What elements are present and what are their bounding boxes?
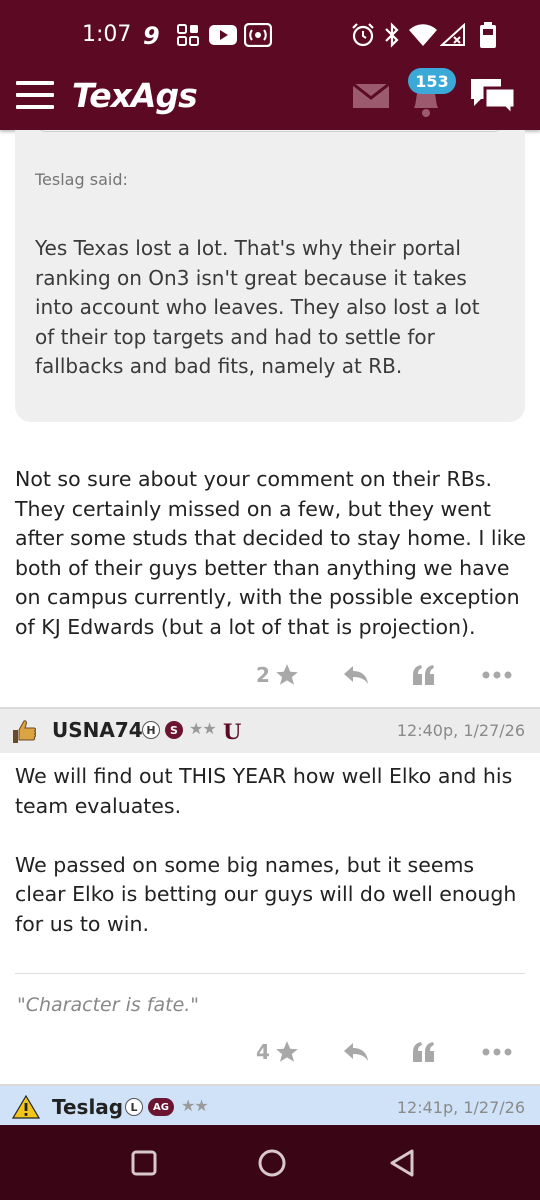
youtube-icon	[208, 20, 238, 50]
chat-icon[interactable]	[467, 75, 519, 121]
podcast-icon	[244, 20, 272, 50]
star-button[interactable]: 4	[256, 1032, 300, 1072]
signature-divider	[15, 973, 525, 974]
quote-button[interactable]	[411, 655, 437, 695]
quote-icon	[413, 665, 434, 685]
badge-h: H	[142, 721, 160, 739]
battery-icon	[478, 20, 498, 50]
thumbs-up-icon	[13, 720, 36, 743]
bluetooth-icon	[383, 20, 401, 50]
star-count: 2	[256, 663, 270, 687]
nine-icon: 9	[142, 20, 164, 50]
alarm-icon	[350, 20, 376, 50]
system-nav-bar	[0, 1125, 540, 1200]
badge-s: S	[165, 721, 183, 739]
svg-text:U: U	[223, 720, 241, 742]
star-icon	[276, 664, 298, 685]
nested-quote	[36, 130, 504, 132]
back-icon[interactable]	[388, 1148, 416, 1178]
quote-button[interactable]	[411, 1032, 437, 1072]
app-bar: TexAgs 153	[0, 68, 540, 130]
svg-text:9: 9	[143, 22, 160, 48]
quote-attribution: Teslag said:	[35, 170, 128, 189]
username[interactable]: USNA74	[52, 718, 143, 742]
thread-content: Teslag said: Yes Texas lost a lot. That'…	[0, 130, 540, 1125]
more-icon	[482, 1048, 512, 1056]
post-actions: 4	[0, 1032, 540, 1072]
reply-button[interactable]	[342, 655, 370, 695]
reply-post-text: Not so sure about your comment on their …	[15, 467, 527, 639]
signal-icon	[440, 20, 466, 50]
post-signature: "Character is fate."	[17, 994, 200, 1016]
grid-icon	[176, 20, 200, 50]
quoted-post: Teslag said: Yes Texas lost a lot. That'…	[15, 130, 525, 422]
status-bar: 1:07 9	[0, 0, 540, 70]
post-header: Teslag L AG ★★ 12:41p, 1/27/26	[0, 1086, 540, 1125]
post-text: We will find out THIS YEAR how well Elko…	[15, 764, 517, 936]
warning-icon	[12, 1094, 40, 1119]
menu-icon[interactable]	[16, 78, 54, 112]
badge-ag: AG	[148, 1098, 174, 1116]
school-logo-icon: U	[223, 720, 241, 742]
recents-icon[interactable]	[130, 1149, 158, 1177]
quote-text: Yes Texas lost a lot. That's why their p…	[35, 236, 480, 378]
user-stars: ★★	[181, 1096, 209, 1115]
home-icon[interactable]	[257, 1148, 287, 1178]
user-stars: ★★	[189, 719, 217, 738]
star-button[interactable]: 2	[256, 655, 300, 695]
status-time: 1:07	[82, 22, 132, 47]
post-header: USNA74 H S ★★ U 12:40p, 1/27/26	[0, 709, 540, 753]
username[interactable]: Teslag	[52, 1095, 123, 1119]
reply-icon	[344, 666, 368, 684]
post-timestamp: 12:40p, 1/27/26	[396, 721, 525, 740]
notification-badge[interactable]: 153	[408, 68, 456, 94]
texags-logo[interactable]: TexAgs	[72, 76, 198, 115]
more-button[interactable]	[482, 1032, 512, 1072]
mail-icon[interactable]	[352, 82, 390, 114]
more-icon	[482, 671, 512, 679]
more-button[interactable]	[482, 655, 512, 695]
badge-l: L	[125, 1098, 143, 1116]
reply-icon	[344, 1043, 368, 1061]
post-actions: 2	[0, 655, 540, 695]
quote-icon	[413, 1042, 434, 1062]
wifi-icon	[408, 20, 438, 50]
star-count: 4	[256, 1040, 270, 1064]
reply-button[interactable]	[342, 1032, 370, 1072]
post-timestamp: 12:41p, 1/27/26	[396, 1098, 525, 1117]
star-icon	[276, 1041, 298, 1062]
